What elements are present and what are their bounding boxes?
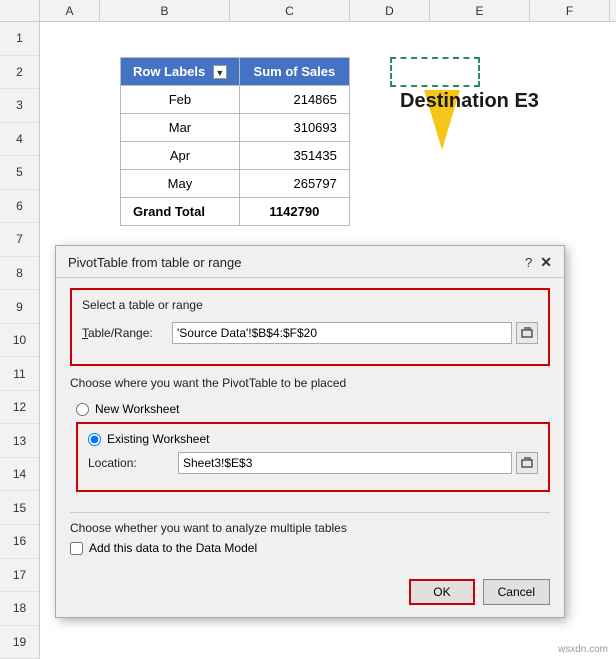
table-range-input-wrapper <box>172 322 538 344</box>
dialog-title: PivotTable from table or range <box>68 255 241 270</box>
row-num-18: 18 <box>0 592 39 626</box>
row-labels-header[interactable]: Row Labels ▼ <box>121 58 240 86</box>
location-input-wrapper <box>178 452 538 474</box>
destination-label: Destination E3 <box>400 90 539 113</box>
col-header-d: D <box>350 0 430 21</box>
col-header-f: F <box>530 0 610 21</box>
row-num-1: 1 <box>0 22 39 56</box>
table-row: Feb 214865 <box>121 86 350 114</box>
row-num-16: 16 <box>0 525 39 559</box>
row-num-11: 11 <box>0 357 39 391</box>
table-range-collapse-btn[interactable] <box>516 322 538 344</box>
row-num-19: 19 <box>0 626 39 659</box>
grand-total-value: 1142790 <box>239 198 349 226</box>
table-range-input[interactable] <box>172 322 512 344</box>
row-num-4: 4 <box>0 123 39 157</box>
col-header-e: E <box>430 0 530 21</box>
new-worksheet-label[interactable]: New Worksheet <box>95 402 179 416</box>
existing-worksheet-section: Existing Worksheet Location: <box>76 422 550 492</box>
location-field-row: Location: <box>88 452 538 474</box>
new-worksheet-radio[interactable] <box>76 403 89 416</box>
grand-total-row: Grand Total 1142790 <box>121 198 350 226</box>
filter-dropdown-icon[interactable]: ▼ <box>213 65 227 79</box>
close-button[interactable]: ✕ <box>540 254 552 271</box>
data-model-row: Add this data to the Data Model <box>70 541 550 555</box>
row-num-17: 17 <box>0 559 39 593</box>
table-range-section-title: Select a table or range <box>82 298 538 312</box>
corner-cell <box>0 0 40 21</box>
row-num-9: 9 <box>0 290 39 324</box>
location-input[interactable] <box>178 452 512 474</box>
row-num-13: 13 <box>0 424 39 458</box>
col-headers: A B C D E F <box>0 0 616 22</box>
existing-worksheet-radio[interactable] <box>88 433 101 446</box>
data-model-checkbox[interactable] <box>70 542 83 555</box>
spreadsheet: A B C D E F 1 2 3 4 5 6 7 8 9 10 11 12 1… <box>0 0 616 659</box>
watermark: wsxdn.com <box>558 644 608 655</box>
row-num-3: 3 <box>0 89 39 123</box>
row-value-may: 265797 <box>239 170 349 198</box>
table-range-label-text: able/Range: <box>88 326 153 340</box>
divider <box>70 512 550 513</box>
dialog-controls: ? ✕ <box>525 254 552 271</box>
dialog-titlebar: PivotTable from table or range ? ✕ <box>56 246 564 278</box>
placement-options: New Worksheet Existing Worksheet Locatio… <box>70 396 550 504</box>
row-label-mar: Mar <box>121 114 240 142</box>
table-row: May 265797 <box>121 170 350 198</box>
grand-total-label: Grand Total <box>121 198 240 226</box>
row-num-10: 10 <box>0 324 39 358</box>
col-header-a: A <box>40 0 100 21</box>
row-labels-text: Row Labels <box>133 64 205 79</box>
table-range-section: Select a table or range Table/Range: <box>70 288 550 366</box>
row-label-apr: Apr <box>121 142 240 170</box>
data-model-label[interactable]: Add this data to the Data Model <box>89 541 257 555</box>
dialog-footer: OK Cancel <box>56 571 564 617</box>
row-value-mar: 310693 <box>239 114 349 142</box>
pivot-table: Row Labels ▼ Sum of Sales Feb 214865 Mar… <box>120 57 350 226</box>
row-label-feb: Feb <box>121 86 240 114</box>
row-numbers: 1 2 3 4 5 6 7 8 9 10 11 12 13 14 15 16 1… <box>0 22 40 659</box>
destination-cell-box <box>390 57 480 87</box>
collapse-icon <box>521 327 533 339</box>
new-worksheet-row: New Worksheet <box>76 402 550 416</box>
row-num-15: 15 <box>0 491 39 525</box>
dialog-body: Select a table or range Table/Range: <box>56 278 564 571</box>
table-range-label: Table/Range: <box>82 326 172 340</box>
existing-worksheet-label[interactable]: Existing Worksheet <box>107 432 210 446</box>
row-num-12: 12 <box>0 391 39 425</box>
row-num-2: 2 <box>0 56 39 90</box>
table-row: Apr 351435 <box>121 142 350 170</box>
location-collapse-icon <box>521 457 533 469</box>
pivot-dialog: PivotTable from table or range ? ✕ Selec… <box>55 245 565 618</box>
ok-button[interactable]: OK <box>409 579 474 605</box>
cancel-button[interactable]: Cancel <box>483 579 550 605</box>
sum-of-sales-header: Sum of Sales <box>239 58 349 86</box>
table-row: Mar 310693 <box>121 114 350 142</box>
table-range-field-row: Table/Range: <box>82 322 538 344</box>
row-num-5: 5 <box>0 156 39 190</box>
row-value-apr: 351435 <box>239 142 349 170</box>
col-header-b: B <box>100 0 230 21</box>
row-num-8: 8 <box>0 257 39 291</box>
row-num-7: 7 <box>0 223 39 257</box>
multi-table-section-title: Choose whether you want to analyze multi… <box>70 521 550 535</box>
location-collapse-btn[interactable] <box>516 452 538 474</box>
existing-worksheet-row: Existing Worksheet <box>88 432 538 446</box>
row-value-feb: 214865 <box>239 86 349 114</box>
row-label-may: May <box>121 170 240 198</box>
col-header-c: C <box>230 0 350 21</box>
placement-section-title: Choose where you want the PivotTable to … <box>70 376 550 390</box>
table-range-row: Table/Range: <box>82 318 538 356</box>
row-num-14: 14 <box>0 458 39 492</box>
row-num-6: 6 <box>0 190 39 224</box>
location-label: Location: <box>88 456 178 470</box>
help-button[interactable]: ? <box>525 255 532 270</box>
